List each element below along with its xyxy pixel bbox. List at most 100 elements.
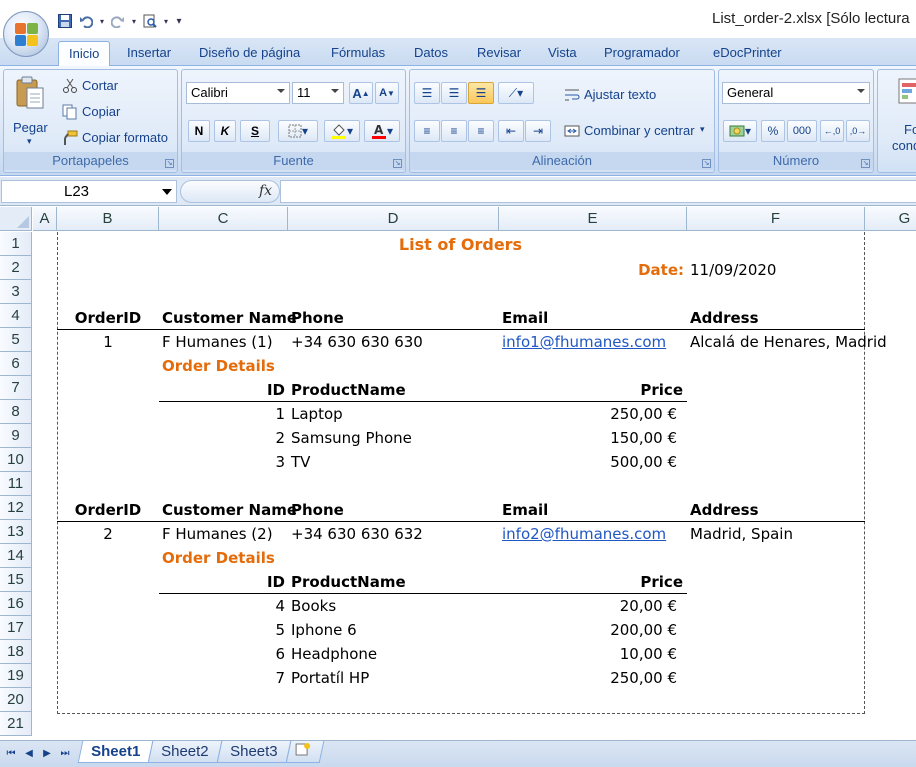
row-header[interactable]: 3 bbox=[0, 280, 32, 304]
office-button[interactable] bbox=[3, 11, 49, 57]
row-header[interactable]: 6 bbox=[0, 352, 32, 376]
row-header[interactable]: 20 bbox=[0, 688, 32, 712]
decrease-indent-icon[interactable]: ⇤ bbox=[498, 120, 524, 142]
sheet-tab-sheet1[interactable]: Sheet1 bbox=[77, 741, 154, 763]
wrap-text-label: Ajustar texto bbox=[584, 87, 657, 102]
decrease-font-icon[interactable]: A ▼ bbox=[375, 82, 399, 104]
row-header[interactable]: 8 bbox=[0, 400, 32, 424]
row-header[interactable]: 9 bbox=[0, 424, 32, 448]
orientation-icon[interactable]: ⟋▾ bbox=[498, 82, 534, 104]
font-name-select[interactable]: Calibri bbox=[186, 82, 290, 104]
paste-button[interactable]: Pegar ▾ bbox=[9, 74, 53, 146]
save-icon[interactable] bbox=[57, 13, 73, 29]
align-right-icon[interactable]: ≡ bbox=[468, 120, 494, 142]
tab-diseno-pagina[interactable]: Diseño de página bbox=[199, 45, 300, 60]
tab-revisar[interactable]: Revisar bbox=[477, 45, 521, 60]
name-box[interactable]: L23 bbox=[1, 180, 177, 203]
row-header[interactable]: 1 bbox=[0, 232, 32, 256]
font-size-select[interactable]: 11 bbox=[292, 82, 344, 104]
align-bottom-icon[interactable]: ☰ bbox=[468, 82, 494, 104]
wrap-text-button[interactable]: Ajustar texto bbox=[562, 85, 702, 105]
number-format-select[interactable]: General bbox=[722, 82, 870, 104]
row-header[interactable]: 10 bbox=[0, 448, 32, 472]
cut-button[interactable]: Cortar bbox=[60, 76, 170, 96]
print-preview-icon[interactable] bbox=[142, 13, 158, 29]
select-all-button[interactable] bbox=[0, 207, 32, 231]
order-details-label: Order Details bbox=[162, 549, 275, 567]
borders-button[interactable]: ▾ bbox=[278, 120, 318, 142]
column-header-g[interactable]: G bbox=[865, 207, 916, 231]
row-header[interactable]: 16 bbox=[0, 592, 32, 616]
align-center-icon[interactable]: ≡ bbox=[441, 120, 467, 142]
align-top-icon[interactable]: ☰ bbox=[414, 82, 440, 104]
column-header-c[interactable]: C bbox=[159, 207, 288, 231]
align-left-icon[interactable]: ≡ bbox=[414, 120, 440, 142]
row-header[interactable]: 7 bbox=[0, 376, 32, 400]
formula-input[interactable] bbox=[280, 180, 916, 203]
font-launcher-icon[interactable]: ↘ bbox=[393, 159, 402, 168]
thousands-button[interactable]: 000 bbox=[787, 120, 817, 142]
tab-inicio[interactable]: Inicio bbox=[58, 41, 111, 67]
row-header[interactable]: 15 bbox=[0, 568, 32, 592]
alignment-launcher-icon[interactable]: ↘ bbox=[702, 159, 711, 168]
worksheet-grid[interactable]: List of Orders Date: 11/09/2020 OrderID … bbox=[33, 232, 916, 740]
row-header[interactable]: 13 bbox=[0, 520, 32, 544]
first-sheet-icon[interactable]: ⏮ bbox=[4, 746, 18, 760]
sheet-tab-sheet2[interactable]: Sheet2 bbox=[147, 741, 222, 763]
merge-center-button[interactable]: Combinar y centrar ▾ bbox=[562, 121, 712, 141]
row-header[interactable]: 4 bbox=[0, 304, 32, 328]
increase-decimal-icon[interactable]: ←,0 bbox=[820, 120, 844, 142]
tab-insertar[interactable]: Insertar bbox=[127, 45, 171, 60]
row-header[interactable]: 18 bbox=[0, 640, 32, 664]
row-header[interactable]: 12 bbox=[0, 496, 32, 520]
tab-edocprinter[interactable]: eDocPrinter bbox=[713, 45, 782, 60]
row-header[interactable]: 14 bbox=[0, 544, 32, 568]
italic-button[interactable]: K bbox=[214, 120, 236, 142]
column-header-f[interactable]: F bbox=[687, 207, 865, 231]
tab-formulas[interactable]: Fórmulas bbox=[331, 45, 385, 60]
font-color-button[interactable]: A ▾ bbox=[364, 120, 400, 142]
row-header[interactable]: 19 bbox=[0, 664, 32, 688]
tab-programador[interactable]: Programador bbox=[604, 45, 680, 60]
increase-indent-icon[interactable]: ⇥ bbox=[525, 120, 551, 142]
column-header-b[interactable]: B bbox=[57, 207, 159, 231]
insert-function-button[interactable]: fx bbox=[259, 183, 272, 199]
copy-button[interactable]: Copiar bbox=[60, 102, 170, 122]
percent-button[interactable]: % bbox=[761, 120, 785, 142]
email-link[interactable]: info2@fhumanes.com bbox=[502, 522, 682, 546]
align-middle-icon[interactable]: ☰ bbox=[441, 82, 467, 104]
decrease-decimal-icon[interactable]: ,0→ bbox=[846, 120, 870, 142]
dropdown-arrow-icon[interactable]: ▾ bbox=[99, 13, 105, 29]
next-sheet-icon[interactable]: ▶ bbox=[40, 746, 54, 760]
row-header[interactable]: 11 bbox=[0, 472, 32, 496]
row-header[interactable]: 21 bbox=[0, 712, 32, 736]
undo-icon[interactable] bbox=[78, 13, 94, 29]
increase-font-icon[interactable]: A ▲ bbox=[349, 82, 373, 104]
row-header[interactable]: 5 bbox=[0, 328, 32, 352]
number-launcher-icon[interactable]: ↘ bbox=[861, 159, 870, 168]
customize-qat-icon[interactable]: ▾ bbox=[174, 13, 184, 29]
column-header-e[interactable]: E bbox=[499, 207, 687, 231]
currency-icon[interactable]: ▾ bbox=[723, 120, 757, 142]
column-header-d[interactable]: D bbox=[288, 207, 499, 231]
fill-color-button[interactable]: ▾ bbox=[324, 120, 360, 142]
tab-datos[interactable]: Datos bbox=[414, 45, 448, 60]
last-sheet-icon[interactable]: ⏭ bbox=[58, 746, 72, 760]
insert-sheet-button[interactable] bbox=[285, 741, 325, 763]
sheet-tab-sheet3[interactable]: Sheet3 bbox=[216, 741, 291, 763]
conditional-format-button[interactable]: For condi bbox=[886, 74, 916, 153]
bold-button[interactable]: N bbox=[188, 120, 210, 142]
phone: +34 630 630 630 bbox=[291, 333, 423, 351]
row-header[interactable]: 17 bbox=[0, 616, 32, 640]
row-header[interactable]: 2 bbox=[0, 256, 32, 280]
dropdown-arrow-icon[interactable]: ▾ bbox=[163, 13, 169, 29]
column-header-a[interactable]: A bbox=[33, 207, 57, 231]
underline-button[interactable]: S bbox=[240, 120, 270, 142]
dropdown-arrow-icon[interactable]: ▾ bbox=[131, 13, 137, 29]
email-link[interactable]: info1@fhumanes.com bbox=[502, 330, 682, 354]
redo-icon[interactable] bbox=[110, 13, 126, 29]
clipboard-launcher-icon[interactable]: ↘ bbox=[165, 159, 174, 168]
tab-vista[interactable]: Vista bbox=[548, 45, 577, 60]
format-painter-button[interactable]: Copiar formato bbox=[60, 128, 176, 148]
prev-sheet-icon[interactable]: ◀ bbox=[22, 746, 36, 760]
